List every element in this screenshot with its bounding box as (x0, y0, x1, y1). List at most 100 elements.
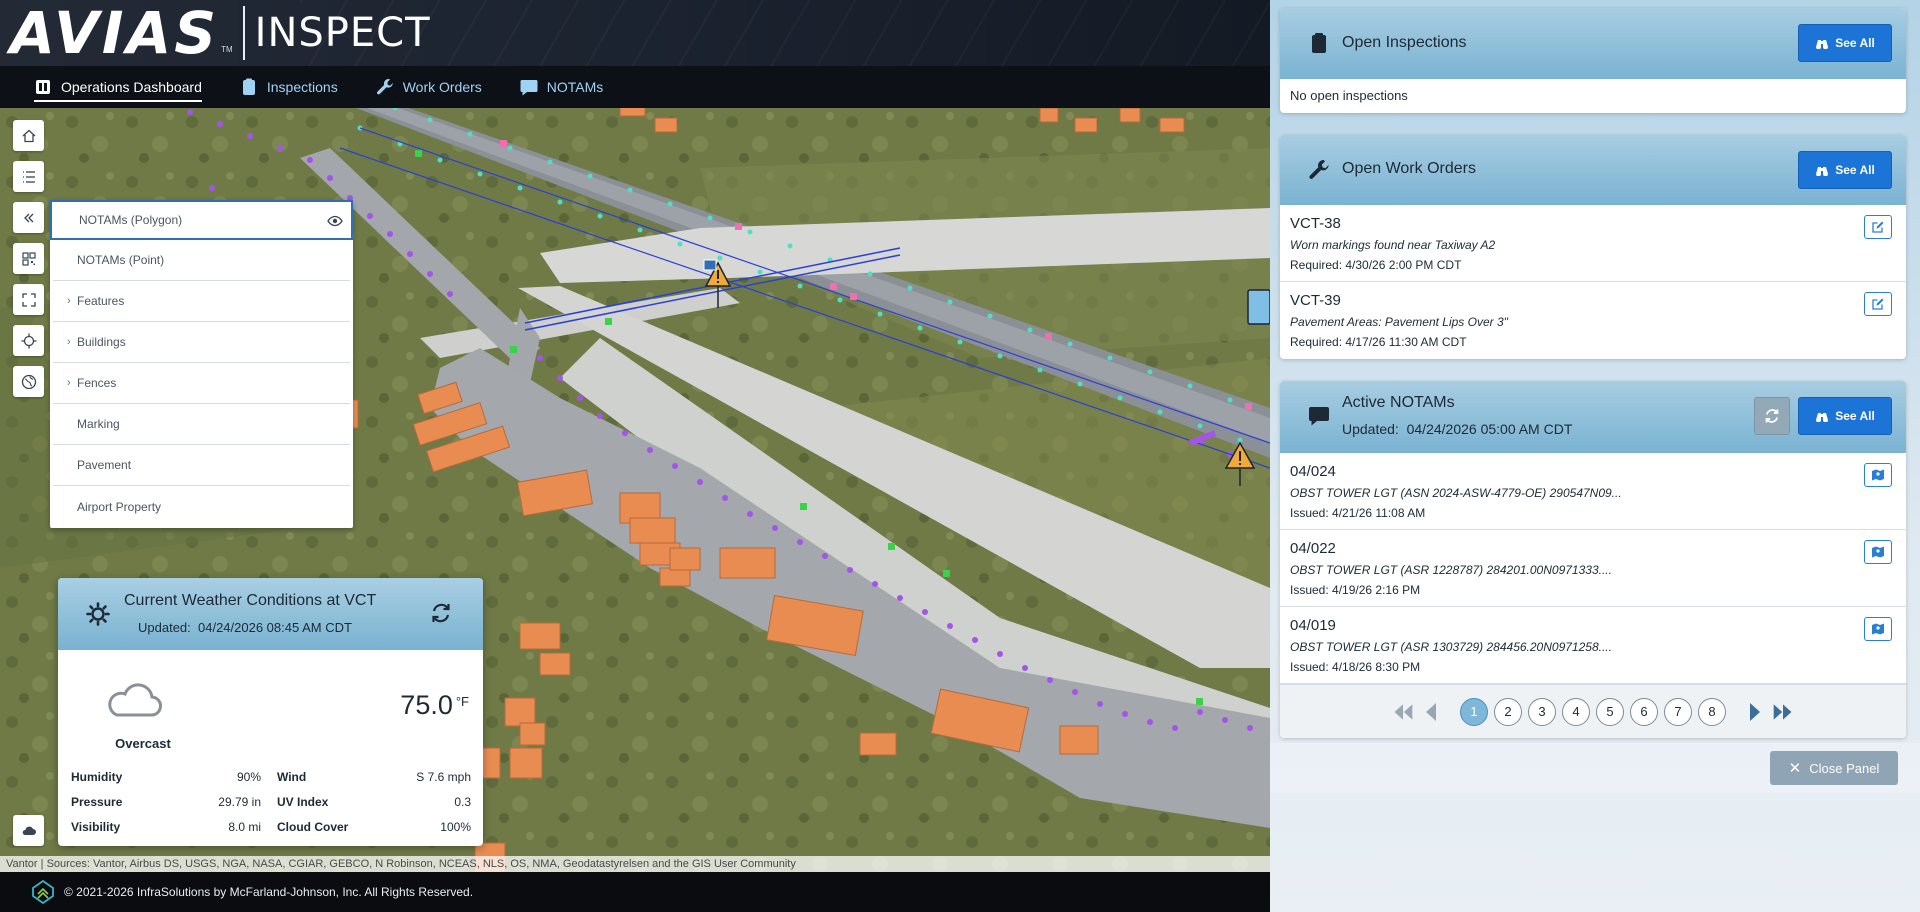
page-3-button[interactable]: 3 (1528, 697, 1556, 726)
page-4-button[interactable]: 4 (1562, 697, 1590, 726)
weather-row: Visibility 8.0 mi Cloud Cover 100% (71, 819, 471, 834)
logo-divider (242, 6, 245, 60)
nav-inspections[interactable]: Inspections (240, 66, 338, 108)
notam-description: OBST TOWER LGT (ASR 1303729) 284456.20N0… (1290, 640, 1612, 654)
edit-icon (1872, 298, 1884, 310)
page-8-button[interactable]: 8 (1698, 697, 1726, 726)
notam-issued: Issued: 4/18/26 8:30 PM (1290, 660, 1421, 674)
layer-label: Features (77, 294, 125, 308)
layer-pavement[interactable]: Pavement (53, 445, 350, 486)
notam-item[interactable]: 04/024 OBST TOWER LGT (ASN 2024-ASW-4779… (1280, 453, 1906, 530)
layer-label: Pavement (77, 458, 132, 472)
page-6-button[interactable]: 6 (1630, 697, 1658, 726)
work-order-required: Required: 4/17/26 11:30 AM CDT (1290, 335, 1467, 349)
work-order-item[interactable]: VCT-38 Worn markings found near Taxiway … (1280, 205, 1906, 282)
weather-updated: Updated: 04/24/2026 08:45 AM CDT (138, 620, 352, 635)
page-2-button[interactable]: 2 (1494, 697, 1522, 726)
refresh-icon[interactable] (430, 602, 452, 624)
notam-map-button[interactable] (1864, 540, 1892, 564)
notam-description: OBST TOWER LGT (ASN 2024-ASW-4779-OE) 29… (1290, 486, 1622, 500)
qr-icon (21, 251, 36, 266)
layer-airport-property[interactable]: Airport Property (53, 486, 350, 527)
card-title: Open Inspections (1342, 34, 1467, 51)
layer-label: Fences (77, 376, 117, 390)
nav-label: NOTAMs (546, 79, 604, 95)
chevron-right-icon[interactable]: › (67, 377, 71, 389)
company-logo-icon (32, 880, 54, 904)
last-page-button[interactable] (1772, 701, 1794, 723)
layer-label: NOTAMs (Point) (77, 253, 165, 267)
page-1-button[interactable]: 1 (1460, 697, 1488, 726)
notam-description: OBST TOWER LGT (ASR 1228787) 284201.00N0… (1290, 563, 1612, 577)
chevron-right-icon[interactable]: › (67, 295, 71, 307)
binoculars-icon (1816, 40, 1829, 49)
notam-map-button[interactable] (1864, 617, 1892, 641)
panel-footer: ✕ Close Panel (1270, 743, 1920, 793)
layer-list: NOTAMs (Polygon) NOTAMs (Point) › Featur… (50, 200, 353, 528)
card-header: Active NOTAMs Updated: 04/24/2026 05:00 … (1280, 381, 1906, 453)
layer-list-button[interactable] (13, 161, 44, 192)
card-header: Open Inspections See All (1280, 8, 1906, 79)
layer-fences[interactable]: › Fences (53, 363, 350, 404)
sun-icon (86, 602, 110, 626)
chat-icon (1309, 407, 1329, 426)
edit-work-order-button[interactable] (1864, 215, 1892, 239)
notams-refresh-button[interactable] (1754, 397, 1790, 435)
nav-operations-dashboard[interactable]: Operations Dashboard (34, 66, 202, 108)
qr-button[interactable] (13, 243, 44, 274)
edit-work-order-button[interactable] (1864, 292, 1892, 316)
layer-notams-polygon[interactable]: NOTAMs (Polygon) (50, 200, 353, 240)
next-page-button[interactable] (1744, 701, 1766, 723)
work-orders-see-all-button[interactable]: See All (1798, 151, 1892, 189)
weather-icon (22, 826, 36, 835)
first-page-button[interactable] (1392, 701, 1414, 723)
eye-icon[interactable] (327, 214, 343, 228)
nav-notams[interactable]: NOTAMs (520, 66, 604, 108)
notam-item[interactable]: 04/019 OBST TOWER LGT (ASR 1303729) 2844… (1280, 607, 1906, 684)
app-logo[interactable]: AVIAS TM INSPECT (10, 4, 431, 62)
layer-features[interactable]: › Features (53, 281, 350, 322)
notam-map-button[interactable] (1864, 463, 1892, 487)
nav-label: Operations Dashboard (61, 79, 202, 95)
previous-page-icon (1426, 702, 1436, 721)
layer-label: NOTAMs (Polygon) (79, 213, 183, 227)
chevron-right-icon[interactable]: › (67, 336, 71, 348)
notam-item[interactable]: 04/022 OBST TOWER LGT (ASR 1228787) 2842… (1280, 530, 1906, 607)
work-order-required: Required: 4/30/26 2:00 PM CDT (1290, 258, 1462, 272)
layer-label: Buildings (77, 335, 126, 349)
list-icon (22, 170, 35, 183)
weather-toggle-button[interactable] (13, 815, 44, 846)
layer-marking[interactable]: Marking (53, 404, 350, 445)
work-order-id: VCT-39 (1290, 292, 1341, 309)
home-button[interactable] (13, 120, 44, 151)
layer-buildings[interactable]: › Buildings (53, 322, 350, 363)
binoculars-icon (1816, 167, 1829, 176)
map-pin-icon (1872, 469, 1884, 481)
collapse-button[interactable] (13, 202, 44, 233)
basemap-button[interactable] (13, 366, 44, 397)
basemap-icon (21, 374, 36, 389)
wrench-icon (376, 78, 394, 96)
notams-pagination: 1 2 3 4 5 6 7 8 (1280, 684, 1906, 738)
weather-title: Current Weather Conditions at VCT (124, 592, 377, 609)
work-order-item[interactable]: VCT-39 Pavement Areas: Pavement Lips Ove… (1280, 282, 1906, 359)
wrench-icon (1309, 160, 1329, 179)
last-page-icon (1773, 703, 1792, 720)
edit-icon (1872, 221, 1884, 233)
previous-page-button[interactable] (1420, 701, 1442, 723)
first-page-icon (1394, 703, 1413, 720)
page-5-button[interactable]: 5 (1596, 697, 1624, 726)
chat-icon (520, 78, 538, 96)
nav-work-orders[interactable]: Work Orders (376, 66, 482, 108)
layer-notams-point[interactable]: NOTAMs (Point) (53, 240, 350, 281)
locate-button[interactable] (13, 325, 44, 356)
notams-see-all-button[interactable]: See All (1798, 397, 1892, 435)
map-toolbar (13, 120, 44, 407)
fullscreen-button[interactable] (13, 284, 44, 315)
refresh-icon (1765, 409, 1779, 423)
notam-id: 04/019 (1290, 617, 1336, 634)
logo-product-name: INSPECT (254, 10, 431, 56)
inspections-see-all-button[interactable]: See All (1798, 24, 1892, 62)
page-7-button[interactable]: 7 (1664, 697, 1692, 726)
close-panel-button[interactable]: ✕ Close Panel (1770, 751, 1898, 785)
